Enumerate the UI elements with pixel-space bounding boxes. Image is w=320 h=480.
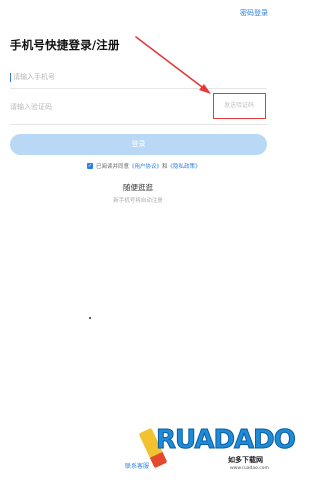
agreement-prefix: 已阅读并同意: [96, 164, 130, 170]
login-button[interactable]: 登录: [10, 134, 267, 155]
watermark-logo: RUADADO 如多下载网 www.ruadao.com: [138, 425, 296, 477]
watermark-logo-text: RUADADO: [156, 425, 297, 456]
watermark-site-name: 如多下载网: [228, 456, 263, 464]
auto-register-hint: 新手机号将自动注册: [113, 198, 163, 204]
privacy-policy-link[interactable]: 《隐私政策》: [168, 162, 201, 170]
agreement-checkbox[interactable]: ✓: [87, 163, 93, 169]
agreement-row: ✓ 已阅读并同意 《用户协议》 和 《隐私政策》: [87, 162, 201, 170]
watermark-site-url: www.ruadao.com: [230, 466, 269, 471]
checkmark-icon: ✓: [87, 163, 93, 169]
arrow-icon: [135, 36, 211, 94]
user-agreement-link[interactable]: 《用户协议》: [129, 162, 162, 170]
stray-dot: [89, 317, 91, 319]
browse-link[interactable]: 随便逛逛: [0, 182, 276, 193]
